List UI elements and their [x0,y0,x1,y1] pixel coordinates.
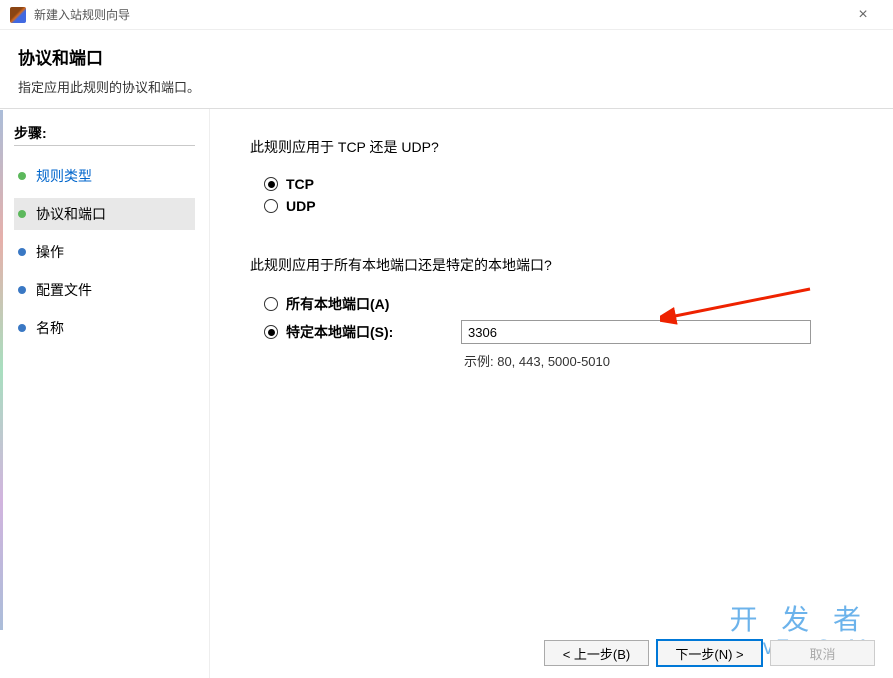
app-icon [10,7,26,23]
titlebar: 新建入站规则向导 × [0,0,893,30]
step-label: 名称 [36,318,64,338]
radio-specific-ports-label: 特定本地端口(S): [286,322,461,342]
protocol-section: 此规则应用于 TCP 还是 UDP? TCP UDP [250,137,853,217]
port-input[interactable] [461,320,811,344]
left-accent-strip [0,110,3,630]
steps-heading: 步骤: [14,123,195,146]
step-label: 规则类型 [36,166,92,186]
radio-all-ports[interactable] [264,297,278,311]
wizard-body: 步骤: 规则类型 协议和端口 操作 配置文件 名称 此规则应用于 TCP 还是 … [0,109,893,678]
radio-tcp[interactable] [264,177,278,191]
bullet-icon [18,248,26,256]
steps-sidebar: 步骤: 规则类型 协议和端口 操作 配置文件 名称 [0,109,210,678]
bullet-icon [18,172,26,180]
bullet-icon [18,324,26,332]
port-question: 此规则应用于所有本地端口还是特定的本地端口? [250,255,853,275]
next-button[interactable]: 下一步(N) > [657,640,762,666]
port-example-text: 示例: 80, 443, 5000-5010 [464,351,853,370]
content-pane: 此规则应用于 TCP 还是 UDP? TCP UDP 此规则应用于所有本地端口还… [210,109,893,678]
radio-tcp-label: TCP [286,176,314,192]
watermark-line1: 开 发 者 [729,604,869,635]
radio-all-ports-row[interactable]: 所有本地端口(A) [250,291,853,317]
wizard-footer: < 上一步(B) 下一步(N) > 取消 [544,640,875,666]
radio-specific-ports-row[interactable]: 特定本地端口(S): [250,317,853,347]
radio-udp[interactable] [264,199,278,213]
radio-udp-label: UDP [286,198,316,214]
radio-specific-ports[interactable] [264,325,278,339]
radio-udp-row[interactable]: UDP [250,195,853,217]
back-button[interactable]: < 上一步(B) [544,640,649,666]
port-section: 此规则应用于所有本地端口还是特定的本地端口? 所有本地端口(A) 特定本地端口(… [250,255,853,370]
close-icon[interactable]: × [843,6,883,24]
step-action[interactable]: 操作 [14,236,195,268]
bullet-icon [18,210,26,218]
step-protocol-port[interactable]: 协议和端口 [14,198,195,230]
protocol-question: 此规则应用于 TCP 还是 UDP? [250,137,853,157]
step-rule-type[interactable]: 规则类型 [14,160,195,192]
wizard-header: 协议和端口 指定应用此规则的协议和端口。 [0,30,893,109]
window-title: 新建入站规则向导 [34,6,843,23]
page-title: 协议和端口 [18,44,875,69]
radio-all-ports-label: 所有本地端口(A) [286,294,389,314]
step-profile[interactable]: 配置文件 [14,274,195,306]
step-label: 配置文件 [36,280,92,300]
page-description: 指定应用此规则的协议和端口。 [18,77,875,96]
radio-tcp-row[interactable]: TCP [250,173,853,195]
bullet-icon [18,286,26,294]
step-label: 操作 [36,242,64,262]
step-name[interactable]: 名称 [14,312,195,344]
cancel-button[interactable]: 取消 [770,640,875,666]
step-label: 协议和端口 [36,204,106,224]
